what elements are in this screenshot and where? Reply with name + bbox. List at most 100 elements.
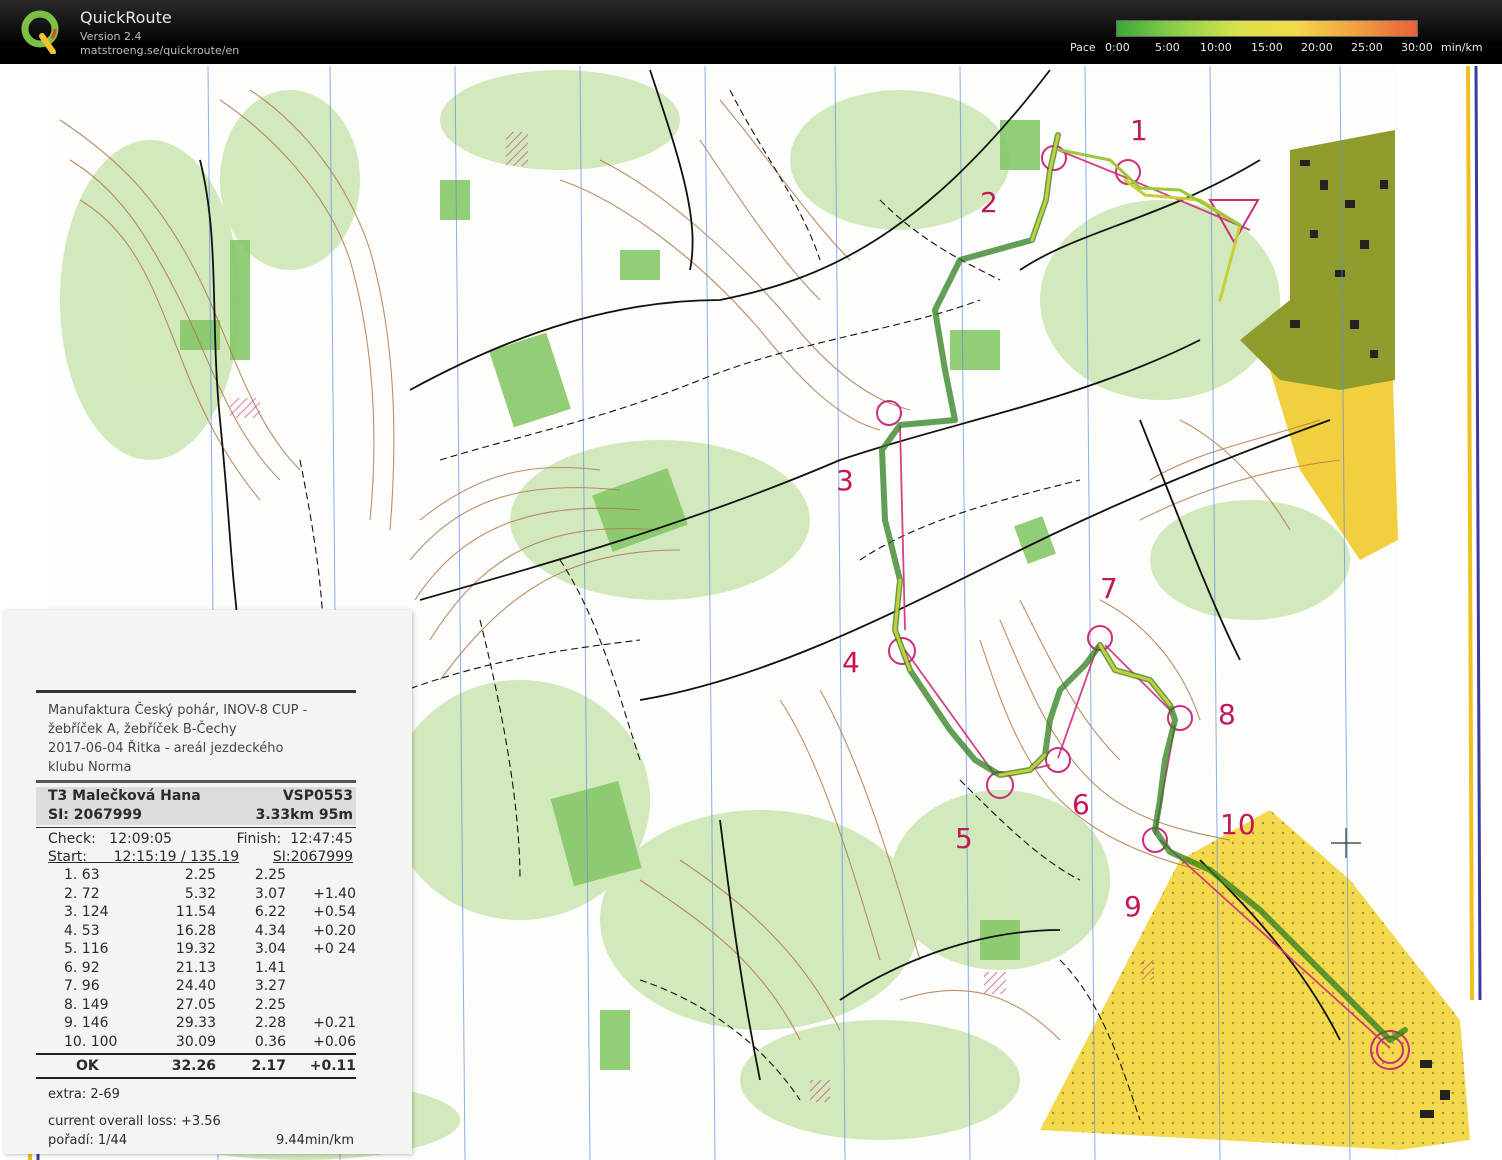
split-control: 5. 116: [64, 941, 109, 957]
split-row: 3. 124 11.54 6.22 +0.54: [36, 903, 356, 922]
split-total-time: 27.05: [175, 996, 216, 1013]
split-leg-time: 3.07: [254, 885, 286, 902]
split-leg-time: 3.04: [254, 941, 286, 957]
split-total-time: 5.32: [184, 885, 216, 902]
split-control: 7. 96: [64, 978, 100, 994]
start-time: 12:15:19 / 135.19: [113, 849, 240, 865]
split-leg-time: 2.25: [254, 996, 286, 1013]
ok-total-time: 32.26: [171, 1058, 216, 1074]
event-title-line: klubu Norma: [48, 760, 132, 775]
app-version: Version 2.4: [80, 30, 142, 43]
app-header: QuickRoute Version 2.4 matstroeng.se/qui…: [0, 0, 1502, 64]
control-number: 1: [1130, 114, 1148, 147]
split-control: 4. 53: [64, 922, 100, 939]
event-title-line: žebříček A, žebříček B-Čechy: [48, 722, 237, 737]
split-total-time: 24.40: [175, 978, 216, 994]
pace-tick: 5:00: [1155, 41, 1180, 54]
course-length: 3.33km 95m: [255, 807, 353, 823]
split-leg-time: 0.36: [254, 1033, 286, 1050]
split-total-time: 16.28: [175, 922, 216, 939]
split-leg-time: 4.34: [254, 922, 286, 939]
split-total-time: 11.54: [175, 904, 216, 920]
pace-tick: 15:00: [1251, 41, 1283, 54]
pace-unit: min/km: [1441, 41, 1483, 54]
split-leg-time: 1.41: [254, 959, 286, 976]
split-leg-time: 3.27: [254, 978, 286, 994]
overall-loss-line: current overall loss: +3.56: [48, 1114, 221, 1129]
split-control: 8. 149: [64, 996, 109, 1013]
split-loss: +0.06: [313, 1033, 356, 1050]
pace-legend-label: Pace: [1070, 41, 1096, 54]
control-number: 9: [1124, 890, 1142, 923]
control-number: 2: [980, 186, 998, 219]
start-row: Start: 12:15:19 / 135.19 SI:2067999: [36, 848, 356, 866]
split-row: 8. 149 27.05 2.25: [36, 996, 356, 1015]
receipt-top-rule: [36, 690, 356, 693]
runner-si: SI: 2067999: [48, 807, 142, 823]
si-row: SI: 2067999 3.33km 95m: [36, 806, 356, 825]
control-number: 10: [1220, 808, 1256, 841]
split-control: 2. 72: [64, 885, 100, 902]
app-url-link[interactable]: matstroeng.se/quickroute/en: [80, 44, 239, 57]
ok-loss: +0.11: [309, 1058, 356, 1074]
finish-label: Finish:: [236, 831, 282, 847]
split-row: 10. 100 30.09 0.36 +0.06: [36, 1033, 356, 1052]
split-loss: +1.40: [313, 885, 356, 902]
check-finish-row: Check: 12:09:05 Finish: 12:47:45: [36, 830, 356, 848]
ok-row: OK 32.26 2.17 +0.11: [36, 1057, 356, 1075]
split-control: 3. 124: [64, 904, 109, 920]
split-control: 6. 92: [64, 959, 100, 976]
split-control: 1. 63: [64, 867, 100, 883]
control-number: 4: [842, 646, 860, 679]
split-receipt: Manufaktura Český pohár, INOV-8 CUP - že…: [4, 610, 412, 1154]
control-number: 7: [1100, 572, 1118, 605]
split-total-time: 29.33: [175, 1015, 216, 1031]
split-row: 4. 53 16.28 4.34 +0.20: [36, 922, 356, 941]
split-loss: +0.20: [313, 922, 356, 939]
runner-club: VSP0553: [282, 788, 353, 804]
split-leg-time: 6.22: [254, 904, 286, 920]
app-name: QuickRoute: [80, 8, 172, 27]
split-loss: +0.21: [313, 1015, 356, 1031]
control-number: 8: [1218, 698, 1236, 731]
place: pořadí: 1/44: [48, 1133, 128, 1148]
runner-name: T3 Malečková Hana: [48, 788, 201, 804]
split-leg-time: 2.28: [254, 1015, 286, 1031]
split-control: 9. 146: [64, 1015, 109, 1031]
finish-time: 12:47:45: [290, 831, 353, 847]
splits-table: 1. 63 2.25 2.25 2. 72 5.32 3.07 +1.40 3. 124 11.…: [36, 866, 356, 1051]
average-pace: 9.44min/km: [275, 1133, 354, 1148]
ok-label: OK: [76, 1058, 99, 1074]
split-total-time: 19.32: [175, 941, 216, 957]
start-label: Start:: [48, 849, 87, 865]
split-row: 5. 116 19.32 3.04 +0 24: [36, 940, 356, 959]
runner-row: T3 Malečková Hana VSP0553: [36, 787, 356, 806]
pace-tick: 10:00: [1200, 41, 1232, 54]
check-label: Check:: [48, 831, 96, 847]
split-total-time: 21.13: [175, 959, 216, 976]
check-time: 12:09:05: [109, 831, 173, 847]
receipt-rule: [36, 780, 356, 783]
split-row: 2. 72 5.32 3.07 +1.40: [36, 885, 356, 904]
split-total-time: 2.25: [184, 867, 216, 883]
quickroute-logo-icon: [21, 10, 59, 54]
pace-tick: 25:00: [1351, 41, 1383, 54]
pace-tick: 0:00: [1105, 41, 1130, 54]
split-receipt-content: Manufaktura Český pohár, INOV-8 CUP - že…: [36, 690, 356, 1150]
extra-line: extra: 2-69: [48, 1087, 120, 1102]
orienteering-map[interactable]: 1 2 3 4 5 6 7 8 9 10 Manufaktura Český p…: [0, 64, 1502, 1160]
split-control: 10. 100: [64, 1033, 118, 1050]
control-number: 5: [955, 822, 973, 855]
place-pace-row: pořadí: 1/44 9.44min/km: [36, 1131, 356, 1150]
pace-tick: 30:00: [1401, 41, 1433, 54]
split-row: 7. 96 24.40 3.27: [36, 977, 356, 996]
start-si: SI:2067999: [272, 849, 353, 865]
split-row: 9. 146 29.33 2.28 +0.21: [36, 1014, 356, 1033]
control-number: 3: [836, 464, 854, 497]
event-title-line: 2017-06-04 Řitka - areál jezdeckého: [48, 741, 284, 756]
pace-tick: 20:00: [1301, 41, 1333, 54]
receipt-rule: [36, 827, 356, 828]
split-loss: +0.54: [313, 904, 356, 920]
control-number: 6: [1072, 788, 1090, 821]
event-title-line: Manufaktura Český pohár, INOV-8 CUP -: [48, 703, 308, 718]
